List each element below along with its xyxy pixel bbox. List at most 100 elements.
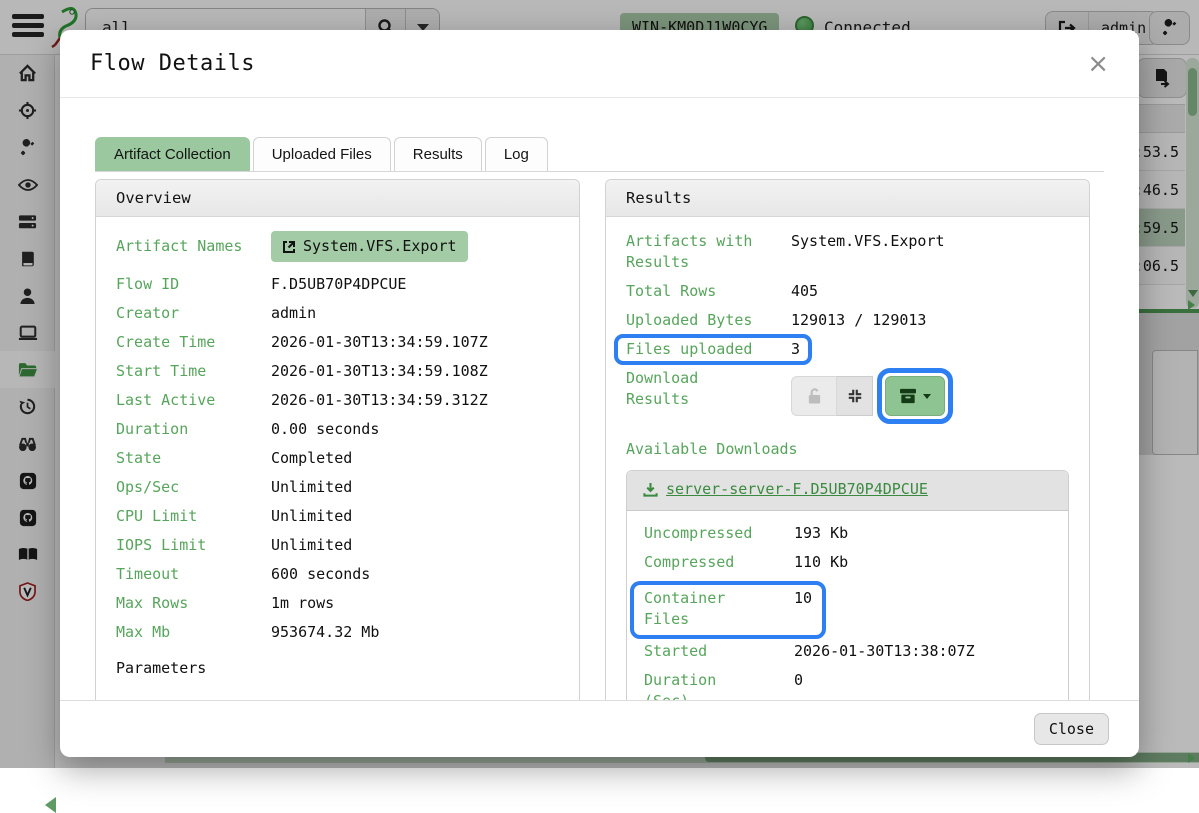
available-downloads-heading: Available Downloads [626,440,1069,458]
field-value: 405 [791,281,818,302]
field-label: Max Mb [116,622,271,643]
field-row: Compressed110 Kb [644,552,1051,573]
lock-download-button[interactable] [791,376,837,416]
field-value: 2026-01-30T13:38:07Z [794,641,975,662]
field-row: Uncompressed193 Kb [644,523,1051,544]
field-value: 3 [791,339,800,360]
field-row: Artifacts with ResultsSystem.VFS.Export [626,231,1069,273]
field-row: Creatoradmin [116,303,559,324]
field-value: 193 Kb [794,523,848,544]
tab-log[interactable]: Log [485,137,548,171]
field-value: 1m rows [271,593,334,614]
field-value: admin [271,303,316,324]
download-card-header: server-server-F.D5UB70P4DPCUE [627,471,1068,511]
field-label: Timeout [116,564,271,585]
field-value: System.VFS.Export [791,231,945,273]
field-row: Uploaded Bytes129013 / 129013 [626,310,1069,331]
field-row: Ops/SecUnlimited [116,477,559,498]
field-row: Duration0.00 seconds [116,419,559,440]
close-button[interactable]: Close [1034,713,1109,745]
results-card: Results Artifacts with ResultsSystem.VFS… [605,179,1090,700]
field-value: F.D5UB70P4DPCUE [271,274,406,295]
field-row: Create Time2026-01-30T13:34:59.107Z [116,332,559,353]
field-value: 129013 / 129013 [791,310,926,331]
field-label: Uploaded Bytes [626,310,791,331]
external-link-icon [282,240,296,254]
field-label: State [116,448,271,469]
field-row: Total Rows405 [626,281,1069,302]
field-row: IOPS LimitUnlimited [116,535,559,556]
field-row: Duration (Sec)0 [644,670,1051,701]
field-value: 10 [794,588,812,630]
tab-artifact-collection[interactable]: Artifact Collection [95,137,250,171]
download-link[interactable]: server-server-F.D5UB70P4DPCUE [643,480,928,498]
field-row-container-files: Container Files 10 [644,588,812,630]
results-card-header: Results [606,180,1089,217]
modal-footer: Close [60,700,1139,757]
field-value: Unlimited [271,477,352,498]
field-row: Last Active2026-01-30T13:34:59.312Z [116,390,559,411]
field-value: 0.00 seconds [271,419,379,440]
field-row: Started2026-01-30T13:38:07Z [644,641,1051,662]
container-files-highlight: Container Files 10 [630,581,826,639]
field-label: Creator [116,303,271,324]
overview-card: Overview Artifact Names System.VFS.Expor… [95,179,580,700]
field-row: Max Rows1m rows [116,593,559,614]
field-value: 2026-01-30T13:34:59.312Z [271,390,488,411]
parameters-heading: Parameters [116,659,559,677]
modal-body: Artifact CollectionUploaded FilesResults… [60,98,1139,700]
field-label: Last Active [116,390,271,411]
artifact-badge[interactable]: System.VFS.Export [271,231,468,262]
field-value: 2026-01-30T13:34:59.108Z [271,361,488,382]
field-label: Artifacts with Results [626,231,791,273]
download-link-label: server-server-F.D5UB70P4DPCUE [666,480,928,498]
artifact-badge-label: System.VFS.Export [303,236,457,257]
field-value: 2026-01-30T13:34:59.107Z [271,332,488,353]
field-row: Flow IDF.D5UB70P4DPCUE [116,274,559,295]
unlock-icon [806,387,823,405]
field-row: Max Mb953674.32 Mb [116,622,559,643]
full-download-button[interactable] [837,376,873,416]
field-label: Total Rows [626,281,791,302]
field-row-files-uploaded: Files uploaded 3 [626,339,800,360]
field-value: 600 seconds [271,564,370,585]
field-value: Unlimited [271,506,352,527]
field-label: Compressed [644,552,794,573]
field-label: Duration [116,419,271,440]
flow-details-modal: Flow Details × Artifact CollectionUpload… [60,30,1139,757]
download-icon [643,482,658,497]
sidebar-collapse-arrow-icon[interactable] [45,797,56,813]
field-label: Ops/Sec [116,477,271,498]
download-card: server-server-F.D5UB70P4DPCUE Uncompress… [626,470,1069,700]
field-value: 0 [794,670,803,701]
field-row: StateCompleted [116,448,559,469]
field-label: CPU Limit [116,506,271,527]
overview-card-header: Overview [96,180,579,217]
field-label: Max Rows [116,593,271,614]
field-value: Unlimited [271,535,352,556]
field-label: Duration (Sec) [644,670,794,701]
field-row: Timeout600 seconds [116,564,559,585]
tab-results[interactable]: Results [394,137,482,171]
modal-header: Flow Details × [60,30,1139,98]
field-value: 953674.32 Mb [271,622,379,643]
field-label: Files uploaded [626,339,791,360]
archive-box-icon [899,388,917,404]
field-label: Start Time [116,361,271,382]
field-value: Completed [271,448,352,469]
field-label: Container Files [644,588,794,630]
field-row: CPU LimitUnlimited [116,506,559,527]
archive-button-highlight [877,368,953,424]
modal-title: Flow Details [90,51,255,76]
download-results-button-group [791,368,953,424]
field-label: Download Results [626,368,791,410]
tab-uploaded-files[interactable]: Uploaded Files [253,137,391,171]
field-row-artifact-names: Artifact Names System.VFS.Export [116,231,559,262]
field-label: Started [644,641,794,662]
compress-arrows-icon [847,388,863,404]
field-value: 110 Kb [794,552,848,573]
field-label: Flow ID [116,274,271,295]
close-icon[interactable]: × [1087,51,1109,77]
field-row: Start Time2026-01-30T13:34:59.108Z [116,361,559,382]
prepare-collection-download-button[interactable] [885,376,945,416]
